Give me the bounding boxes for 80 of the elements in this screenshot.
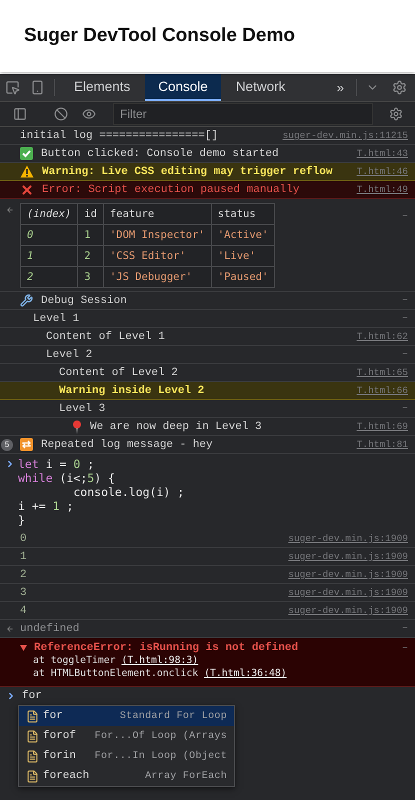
group-label[interactable]: Level 2 (46, 348, 402, 360)
log-message: Warning: Live CSS editing may trigger reflow (42, 166, 334, 178)
collapse-marker: – (402, 295, 408, 306)
collapse-marker: – (402, 211, 408, 222)
log-message: We are now deep in Level 3 (90, 420, 263, 432)
prompt-chevron-icon (6, 691, 16, 701)
checkmark-icon (20, 147, 33, 160)
warning-icon (20, 165, 34, 178)
suggestion-item[interactable]: forof For...Of Loop (Arrays (19, 726, 234, 746)
code-line: let i = 0 ; (18, 457, 96, 471)
group-label[interactable]: Level 1 (33, 312, 402, 324)
collapse-marker: – (402, 403, 408, 414)
stack-frame: at toggleTimer (33, 655, 116, 666)
suggestion-item[interactable]: foreach Array ForEach (19, 766, 234, 786)
log-message: Error: Script execution paused manually (42, 184, 300, 196)
table-cell: 1 (20, 246, 78, 266)
log-message: 1 (20, 550, 28, 562)
result-arrow-icon (6, 206, 14, 214)
log-message: initial log ================[] (20, 130, 220, 142)
group-label[interactable]: Level 3 (59, 402, 402, 414)
stack-link[interactable]: (T.html:36:48) (204, 668, 287, 679)
code-line: } (18, 513, 26, 527)
table-cell: 'DOM Inspector' (103, 224, 212, 246)
column-header: id (78, 204, 104, 224)
more-tabs-button[interactable]: » (328, 74, 352, 101)
collapse-marker: – (402, 313, 408, 324)
table-cell: 2 (78, 246, 104, 266)
table-cell: 'Paused' (211, 266, 275, 288)
group-label[interactable]: Debug Session (41, 294, 402, 306)
snippet-icon (26, 710, 39, 722)
column-header: (index) (20, 204, 78, 224)
log-message: 2 (20, 568, 28, 580)
snippet-icon (26, 770, 39, 782)
log-message: 0 (20, 532, 28, 544)
stack-frame: at HTMLButtonElement.onclick (33, 668, 198, 679)
devtools-tab[interactable]: Console (145, 74, 221, 101)
table-cell: 1 (78, 224, 104, 246)
page-title: Suger DevTool Console Demo (24, 25, 295, 47)
log-message: Warning inside Level 2 (59, 384, 206, 396)
wrench-icon (20, 294, 33, 307)
column-header: status (211, 204, 275, 224)
table-cell: 'Active' (211, 224, 275, 246)
console-input[interactable]: for (22, 690, 222, 702)
source-link[interactable]: T.html:49 (356, 184, 408, 195)
repeat-count: 5 (1, 438, 13, 450)
log-message: 3 (20, 586, 28, 598)
table-cell: 'JS Debugger' (103, 266, 212, 288)
table-cell: 3 (78, 266, 104, 288)
snippet-icon (26, 730, 39, 742)
filter-field[interactable]: Filter (113, 103, 373, 125)
stack-link[interactable]: (T.html:98:3) (121, 655, 198, 666)
repeat-icon (20, 438, 33, 451)
error-message: ReferenceError: isRunning is not defined (34, 642, 300, 654)
result-arrow-icon (6, 624, 14, 632)
log-message: Repeated log message - hey (41, 438, 214, 450)
cross-icon (20, 182, 34, 196)
log-message: undefined (20, 622, 80, 634)
log-message: Content of Level 2 (59, 366, 179, 378)
devtools-tab[interactable]: Elements (61, 74, 144, 101)
code-line: while (i<;5) { (18, 471, 116, 485)
log-message: Content of Level 1 (46, 330, 166, 342)
devtools-tab[interactable]: Network (222, 74, 298, 101)
collapse-marker: – (402, 623, 408, 634)
code-line: console.log(i) ; (72, 485, 186, 499)
snippet-icon (26, 750, 39, 762)
table-cell: 2 (20, 266, 78, 288)
table-cell: 'Live' (211, 246, 275, 266)
suggestion-item[interactable]: forin For...In Loop (Object (19, 746, 234, 766)
prompt-chevron-icon (5, 459, 15, 469)
table-cell: 'CSS Editor' (103, 246, 212, 266)
log-message: Button clicked: Console demo started (41, 148, 280, 160)
collapse-marker: – (402, 349, 408, 360)
log-message: 4 (20, 604, 28, 616)
pin-icon (72, 420, 82, 434)
table-cell: 0 (20, 224, 78, 246)
collapse-marker: – (402, 642, 408, 654)
code-line: i += 1 ; (18, 499, 74, 513)
column-header: feature (103, 204, 212, 224)
expand-caret-icon[interactable] (20, 645, 27, 651)
suggestion-item[interactable]: for Standard For Loop (19, 706, 234, 726)
